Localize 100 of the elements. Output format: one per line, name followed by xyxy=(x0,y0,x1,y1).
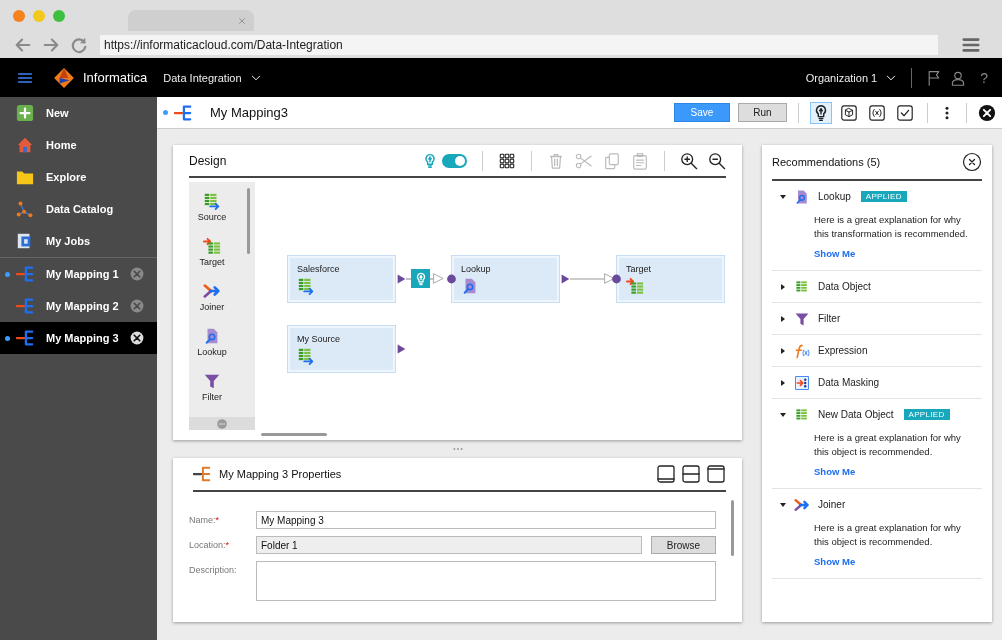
sidebar-item[interactable]: Home xyxy=(0,129,157,161)
recommendation-title[interactable]: Filter xyxy=(818,313,841,324)
input-field[interactable]: Folder 1 xyxy=(256,536,642,554)
recommendation-description: Here is a great explanation for why this object is recommended. xyxy=(814,521,962,549)
recommendation-description: Here is a great explanation for why this object is recommended. xyxy=(814,431,962,459)
palette-item[interactable]: Source xyxy=(189,192,235,237)
recommendation-description: Here is a great explanation for why this transformation is recommended. xyxy=(814,213,968,241)
layout-icon[interactable] xyxy=(706,464,726,484)
funnel-icon xyxy=(794,310,810,327)
field-label: Description: xyxy=(189,564,238,575)
layout-icon[interactable] xyxy=(656,464,676,484)
mapping-icon xyxy=(16,329,34,347)
field-label: Location:* xyxy=(189,539,231,550)
org-switcher[interactable]: Organization 1 xyxy=(805,71,878,84)
lightbulb-icon xyxy=(422,152,438,169)
close-icon[interactable] xyxy=(129,330,145,346)
recommendation-title[interactable]: Data Object xyxy=(818,281,871,292)
sidebar-item[interactable]: My Mapping 1 xyxy=(0,258,157,290)
connector-line xyxy=(569,278,605,280)
table-arrow-icon xyxy=(297,347,315,365)
recommendation-badge[interactable] xyxy=(411,269,430,288)
recommendation-title[interactable]: Expression xyxy=(818,345,868,356)
sidebar-item[interactable]: My Jobs xyxy=(0,225,157,257)
sidebar-item[interactable]: My Mapping 2 xyxy=(0,290,157,322)
grid-icon[interactable] xyxy=(498,151,516,170)
recommendation-title[interactable]: Lookup xyxy=(818,191,851,202)
show-me-link[interactable]: Show Me xyxy=(814,248,856,259)
nodes-icon xyxy=(16,200,34,218)
close-icon[interactable] xyxy=(962,152,982,172)
close-window-dot[interactable] xyxy=(13,9,25,22)
recommendations-button[interactable] xyxy=(810,101,832,124)
app-switcher[interactable]: Data Integration xyxy=(163,71,242,84)
node-label: Target xyxy=(626,264,652,274)
mapping-title: My Mapping3 xyxy=(210,105,289,120)
status-badge: APPLIED xyxy=(860,191,907,202)
transformation-node[interactable]: Salesforce xyxy=(288,256,395,302)
home-icon xyxy=(16,136,34,154)
recommendation-title[interactable]: Data Masking xyxy=(818,377,880,388)
user-icon[interactable] xyxy=(950,69,967,86)
node-label: Lookup xyxy=(461,264,492,274)
minimize-window-dot[interactable] xyxy=(33,9,45,22)
run-button[interactable]: Run xyxy=(738,103,787,122)
diamond-logo-icon xyxy=(53,66,75,89)
status-badge: APPLIED xyxy=(903,409,950,420)
close-icon[interactable] xyxy=(978,103,996,122)
connector-line xyxy=(429,278,434,280)
show-me-link[interactable]: Show Me xyxy=(814,556,856,567)
merge-arrows-icon xyxy=(203,282,221,300)
palette-item[interactable]: Lookup xyxy=(189,327,235,372)
recommendation-title[interactable]: Joiner xyxy=(818,499,846,510)
scrollbar[interactable] xyxy=(261,433,327,436)
input-port-icon[interactable] xyxy=(611,273,622,285)
arrow-table-icon xyxy=(626,277,644,295)
merge-arrows-icon xyxy=(794,496,810,513)
input-field[interactable]: My Mapping 3 xyxy=(256,511,716,529)
panel-title: Recommendations (5) xyxy=(772,156,881,168)
scrollbar[interactable] xyxy=(247,188,250,254)
field-label: Name:* xyxy=(189,514,221,525)
show-me-link[interactable]: Show Me xyxy=(814,466,856,477)
browse-button[interactable]: Browse xyxy=(651,536,716,554)
panel-title: My Mapping 3 Properties xyxy=(219,468,342,480)
recommendations-toggle[interactable] xyxy=(442,153,467,168)
input-port-icon[interactable] xyxy=(446,273,457,285)
palette-item[interactable]: Filter xyxy=(189,372,235,417)
address-bar[interactable]: https://informaticacloud.com/Data-Integration xyxy=(100,34,938,55)
transformation-node[interactable]: Lookup xyxy=(452,256,559,302)
description-field[interactable] xyxy=(256,561,716,601)
menu-icon[interactable] xyxy=(962,35,980,54)
maximize-window-dot[interactable] xyxy=(53,9,65,22)
masking-icon xyxy=(794,374,810,391)
node-label: Salesforce xyxy=(297,264,341,274)
mapping-icon xyxy=(193,465,211,483)
sidebar-item[interactable]: New xyxy=(0,97,157,129)
arrowhead-icon xyxy=(432,272,445,285)
scrollbar[interactable] xyxy=(731,500,734,556)
connector-line xyxy=(405,278,412,280)
table-arrow-icon xyxy=(297,277,315,295)
funnel-icon xyxy=(203,372,221,390)
recommendation-title[interactable]: New Data Object xyxy=(818,409,894,420)
transformation-node[interactable]: My Source xyxy=(288,326,395,372)
transformation-node[interactable]: Target xyxy=(617,256,724,302)
reload-icon[interactable] xyxy=(70,35,88,54)
palette-item[interactable]: Target xyxy=(189,237,235,282)
clipboard-icon[interactable] xyxy=(631,151,649,170)
sidebar-item[interactable]: Explore xyxy=(0,161,157,193)
sidebar-item[interactable]: My Mapping 3 xyxy=(0,322,157,354)
document-magnifier-icon xyxy=(794,188,810,205)
zoom-out-icon[interactable] xyxy=(708,151,726,170)
mapping-icon xyxy=(16,265,34,283)
product-name: Informatica xyxy=(83,70,148,85)
table-arrow-icon xyxy=(203,192,221,210)
zoom-in-icon[interactable] xyxy=(680,151,698,170)
layout-icon[interactable] xyxy=(681,464,701,484)
node-label: My Source xyxy=(297,334,341,344)
panel-title: Design xyxy=(189,153,227,168)
sidebar-item[interactable]: Data Catalog xyxy=(0,193,157,225)
plus-icon xyxy=(16,104,34,122)
palette-item[interactable]: Joiner xyxy=(189,282,235,327)
help-button[interactable]: ? xyxy=(980,69,988,86)
function-icon xyxy=(794,342,810,359)
